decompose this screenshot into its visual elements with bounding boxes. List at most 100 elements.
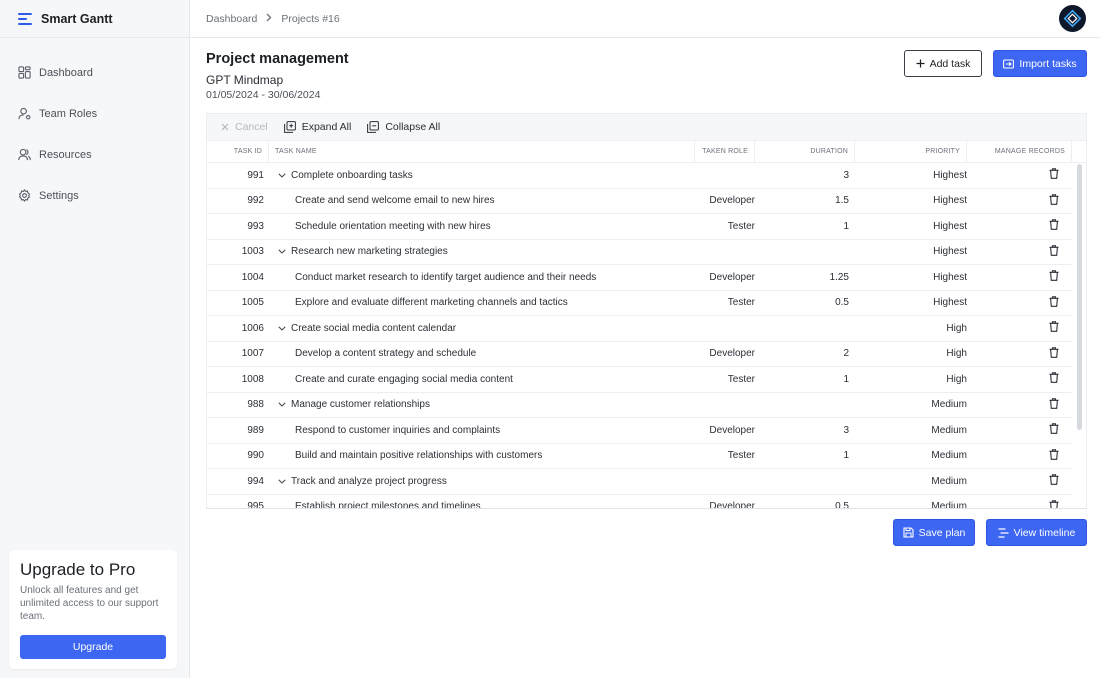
manage-records-cell bbox=[967, 296, 1072, 310]
duration: 3 bbox=[843, 169, 849, 181]
table-row[interactable]: 1007 Develop a content strategy and sched… bbox=[207, 342, 1072, 367]
trash-icon[interactable] bbox=[1049, 474, 1059, 488]
trash-icon[interactable] bbox=[1049, 270, 1059, 284]
table-body: 991 Complete onboarding tasks 3 Highest 992 C… bbox=[207, 163, 1086, 509]
task-id: 992 bbox=[247, 195, 264, 207]
task-name-cell: Respond to customer inquiries and compla… bbox=[269, 425, 695, 436]
collapse-all-button[interactable]: Collapse All bbox=[367, 121, 440, 133]
table-row[interactable]: 989 Respond to customer inquiries and com… bbox=[207, 418, 1072, 444]
users-icon bbox=[17, 148, 31, 162]
breadcrumb-project[interactable]: Projects #16 bbox=[281, 13, 339, 25]
save-plan-button[interactable]: Save plan bbox=[893, 519, 975, 546]
table-row[interactable]: 991 Complete onboarding tasks 3 Highest bbox=[207, 163, 1072, 189]
taken-role: Tester bbox=[727, 373, 755, 385]
add-task-button[interactable]: Add task bbox=[904, 50, 982, 77]
expand-icon bbox=[283, 121, 296, 133]
table-row[interactable]: 1008 Create and curate engaging social me… bbox=[207, 367, 1072, 393]
priority: Medium bbox=[931, 424, 967, 436]
table-row[interactable]: 993 Schedule orientation meeting with new… bbox=[207, 214, 1072, 240]
view-timeline-label: View timeline bbox=[1013, 526, 1076, 539]
upgrade-title: Upgrade to Pro bbox=[20, 560, 136, 579]
menu-lines-icon bbox=[18, 12, 32, 25]
table-row[interactable]: 995 Establish project milestones and time… bbox=[207, 495, 1072, 509]
table-scrollbar[interactable] bbox=[1077, 164, 1082, 430]
table-row[interactable]: 1005 Explore and evaluate different marke… bbox=[207, 291, 1072, 316]
table-row[interactable]: 1004 Conduct market research to identify … bbox=[207, 265, 1072, 291]
upgrade-button[interactable]: Upgrade bbox=[20, 635, 166, 659]
cancel-button[interactable]: Cancel bbox=[221, 121, 268, 133]
col-task-id[interactable]: TASK ID bbox=[207, 140, 269, 163]
trash-icon[interactable] bbox=[1049, 219, 1059, 233]
chevron-down-icon[interactable] bbox=[277, 247, 287, 257]
chevron-down-icon[interactable] bbox=[277, 323, 287, 333]
import-tasks-button[interactable]: Import tasks bbox=[993, 50, 1087, 77]
sidebar-item-label: Dashboard bbox=[39, 66, 93, 79]
app-title: Smart Gantt bbox=[41, 11, 113, 26]
task-name: Respond to customer inquiries and compla… bbox=[295, 424, 501, 436]
task-id: 994 bbox=[247, 475, 264, 487]
trash-icon[interactable] bbox=[1049, 423, 1059, 437]
brand[interactable]: Smart Gantt bbox=[0, 0, 189, 38]
trash-icon[interactable] bbox=[1049, 194, 1059, 208]
task-id: 1008 bbox=[241, 373, 264, 385]
trash-icon[interactable] bbox=[1049, 347, 1059, 361]
trash-icon[interactable] bbox=[1049, 372, 1059, 386]
priority: Medium bbox=[931, 450, 967, 462]
priority: Highest bbox=[933, 246, 967, 258]
col-taken-role[interactable]: TAKEN ROLE bbox=[695, 140, 755, 163]
task-name: Track and analyze project progress bbox=[291, 475, 447, 487]
trash-icon[interactable] bbox=[1049, 321, 1059, 335]
col-manage-records: MANAGE RECORDS bbox=[967, 140, 1072, 163]
priority: Highest bbox=[933, 271, 967, 283]
table-row[interactable]: 988 Manage customer relationships Medium bbox=[207, 393, 1072, 418]
sidebar: Smart Gantt Dashboard Team Roles Resourc… bbox=[0, 0, 190, 678]
task-name: Create social media content calendar bbox=[291, 322, 457, 334]
project-name: GPT Mindmap bbox=[206, 73, 284, 87]
save-icon bbox=[903, 527, 914, 538]
trash-icon[interactable] bbox=[1049, 168, 1059, 182]
trash-icon[interactable] bbox=[1049, 296, 1059, 310]
duration: 1 bbox=[843, 450, 849, 462]
task-id: 1007 bbox=[241, 348, 264, 360]
expand-all-label: Expand All bbox=[301, 121, 352, 133]
duration: 3 bbox=[843, 424, 849, 436]
manage-records-cell bbox=[967, 398, 1072, 412]
table-row[interactable]: 994 Track and analyze project progress Med… bbox=[207, 469, 1072, 495]
manage-records-cell bbox=[967, 194, 1072, 208]
sidebar-item-team-roles[interactable]: Team Roles bbox=[0, 93, 189, 134]
table-header: TASK ID TASK NAME TAKEN ROLE DURATION PR… bbox=[207, 140, 1086, 163]
trash-icon[interactable] bbox=[1049, 449, 1059, 463]
taken-role: Developer bbox=[709, 271, 755, 283]
table-row[interactable]: 1003 Research new marketing strategies Hig… bbox=[207, 240, 1072, 265]
trash-icon[interactable] bbox=[1049, 245, 1059, 259]
task-name-cell: Schedule orientation meeting with new hi… bbox=[269, 221, 695, 232]
avatar[interactable] bbox=[1059, 5, 1086, 32]
table-row[interactable]: 992 Create and send welcome email to new … bbox=[207, 189, 1072, 214]
task-name: Conduct market research to identify targ… bbox=[295, 271, 597, 283]
taken-role: Developer bbox=[709, 501, 755, 509]
table-toolbar: Cancel Expand All Collapse All bbox=[207, 114, 1086, 141]
chevron-down-icon[interactable] bbox=[277, 476, 287, 486]
trash-icon[interactable] bbox=[1049, 398, 1059, 412]
breadcrumb-dashboard[interactable]: Dashboard bbox=[206, 13, 257, 25]
sidebar-item-dashboard[interactable]: Dashboard bbox=[0, 52, 189, 93]
expand-all-button[interactable]: Expand All bbox=[283, 121, 352, 133]
task-name: Schedule orientation meeting with new hi… bbox=[295, 220, 491, 232]
table-row[interactable]: 1006 Create social media content calendar… bbox=[207, 316, 1072, 342]
taken-role: Tester bbox=[727, 450, 755, 462]
manage-records-cell bbox=[967, 321, 1072, 335]
sidebar-item-resources[interactable]: Resources bbox=[0, 134, 189, 175]
dashboard-grid-icon bbox=[17, 66, 31, 80]
chevron-down-icon[interactable] bbox=[277, 400, 287, 410]
col-priority[interactable]: PRIORITY bbox=[855, 140, 967, 163]
chevron-down-icon[interactable] bbox=[277, 170, 287, 180]
col-duration[interactable]: DURATION bbox=[755, 140, 855, 163]
trash-icon[interactable] bbox=[1049, 500, 1059, 508]
table-row[interactable]: 990 Build and maintain positive relations… bbox=[207, 444, 1072, 469]
upgrade-text: Unlock all features and get unlimited ac… bbox=[20, 585, 159, 622]
sidebar-item-settings[interactable]: Settings bbox=[0, 175, 189, 216]
col-task-name[interactable]: TASK NAME bbox=[269, 140, 695, 163]
view-timeline-button[interactable]: View timeline bbox=[986, 519, 1087, 546]
collapse-icon bbox=[367, 121, 380, 133]
manage-records-cell bbox=[967, 168, 1072, 182]
